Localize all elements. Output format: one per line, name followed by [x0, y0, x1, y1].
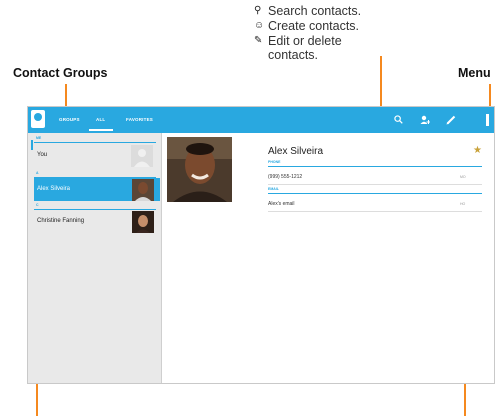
tab-favorites[interactable]: FAVORITES [126, 107, 153, 133]
add-contact-icon[interactable] [417, 112, 433, 128]
list-item-name: Christine Fanning [37, 218, 85, 224]
search-icon[interactable] [390, 112, 406, 128]
avatar [132, 179, 154, 201]
list-item-you[interactable]: You [34, 143, 159, 169]
scroll-pointer [36, 380, 38, 416]
email-address[interactable]: Alex's email [268, 201, 295, 207]
menu-pointer [489, 84, 491, 107]
search-icon: ⚲ [254, 5, 262, 16]
favorite-star-icon[interactable]: ★ [473, 145, 482, 156]
callout-edit-text-2: contacts. [268, 48, 319, 63]
callout-edit: ✎ Edit or delete [254, 34, 424, 49]
list-item-name: Alex Silveira [37, 186, 71, 192]
row-divider [268, 184, 482, 185]
pencil-icon: ✎ [254, 34, 263, 46]
phone-type: MO [460, 175, 466, 179]
phone-header: PHONE [268, 160, 281, 164]
favorite-pointer [464, 380, 466, 416]
section-header-me: ME [36, 136, 42, 140]
pencil-icon[interactable] [443, 112, 459, 128]
phone-number[interactable]: (999) 555-1212 [268, 174, 302, 180]
callout-search-text: Search contacts. [268, 4, 362, 18]
section-header-a: A [36, 171, 39, 175]
menu-callout: Menu [458, 66, 491, 80]
avatar [132, 211, 154, 233]
tab-groups[interactable]: GROUPS [59, 107, 80, 133]
contacts-app-icon[interactable] [31, 110, 45, 128]
contact-groups-pointer [65, 84, 67, 107]
list-item-name: You [37, 152, 48, 158]
action-bar: GROUPS ALL FAVORITES [28, 107, 494, 133]
contact-photo [167, 137, 232, 202]
callout-list: ⚲ Search contacts. ☺ Create contacts. ✎ … [254, 4, 424, 63]
contact-groups-callout: Contact Groups [13, 66, 108, 80]
email-header: EMAIL [268, 187, 279, 191]
avatar [131, 145, 153, 167]
list-item-christine[interactable]: Christine Fanning [34, 210, 159, 234]
callout-edit-text: Edit or delete [268, 33, 342, 48]
icons-pointer-vertical [380, 56, 382, 110]
list-item-alex[interactable]: Alex Silveira [34, 178, 160, 201]
contact-detail: Alex Silveira ★ PHONE (999) 555-1212 MO … [162, 133, 494, 383]
tablet-screen: GROUPS ALL FAVORITES ME You A Alex Silve… [27, 106, 495, 384]
scrollbar[interactable] [31, 140, 33, 150]
tab-all-indicator [89, 129, 113, 131]
callout-create-text: Create contacts. [268, 18, 360, 33]
section-header-c: C [36, 203, 39, 207]
callout-edit-cont: contacts. [254, 48, 424, 63]
email-type: HO [460, 202, 466, 206]
callout-create: ☺ Create contacts. [254, 19, 424, 34]
email-divider [268, 193, 482, 194]
contact-name: Alex Silveira [268, 146, 324, 157]
add-contact-icon: ☺ [254, 19, 265, 31]
callout-search: ⚲ Search contacts. [254, 4, 424, 19]
menu-icon[interactable] [486, 114, 489, 126]
row-divider [268, 211, 482, 212]
phone-divider [268, 166, 482, 167]
contact-list [28, 133, 161, 383]
